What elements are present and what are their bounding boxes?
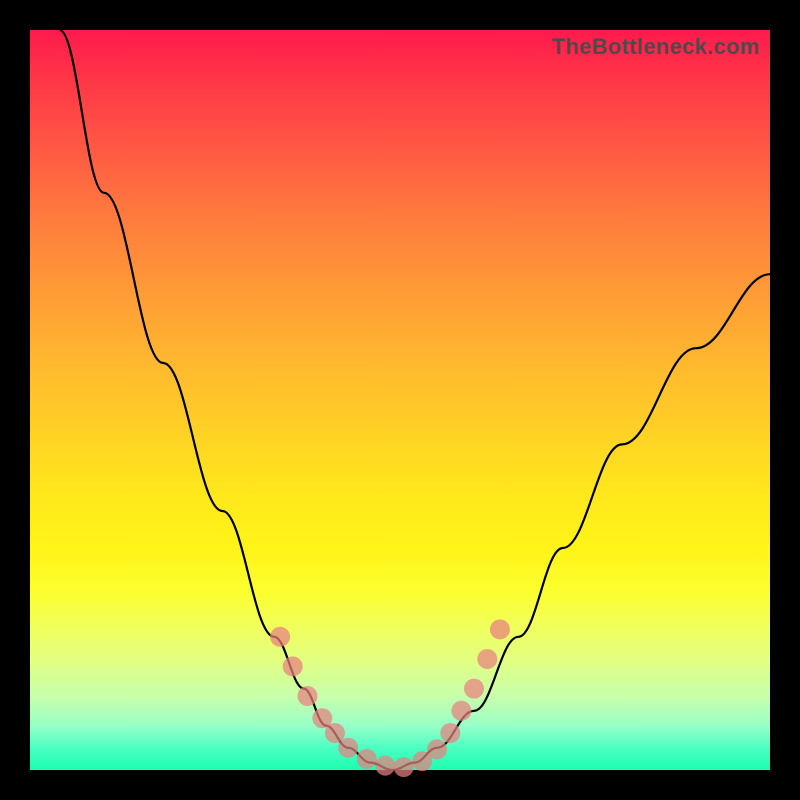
highlight-point bbox=[394, 757, 414, 777]
highlight-point bbox=[357, 749, 377, 769]
highlight-point bbox=[298, 686, 318, 706]
highlight-point bbox=[490, 619, 510, 639]
highlight-point bbox=[440, 723, 460, 743]
highlight-point bbox=[464, 679, 484, 699]
highlight-point bbox=[283, 656, 303, 676]
highlight-point bbox=[270, 627, 290, 647]
highlight-point bbox=[427, 739, 447, 759]
chart-plot-area: TheBottleneck.com bbox=[30, 30, 770, 770]
highlight-point bbox=[477, 649, 497, 669]
marker-group bbox=[270, 619, 510, 777]
highlight-point bbox=[338, 738, 358, 758]
bottleneck-curve bbox=[60, 30, 770, 770]
highlight-point bbox=[375, 756, 395, 776]
curve-group bbox=[60, 30, 770, 770]
bottleneck-curve-svg bbox=[30, 30, 770, 770]
highlight-point bbox=[451, 701, 471, 721]
highlight-point bbox=[325, 723, 345, 743]
